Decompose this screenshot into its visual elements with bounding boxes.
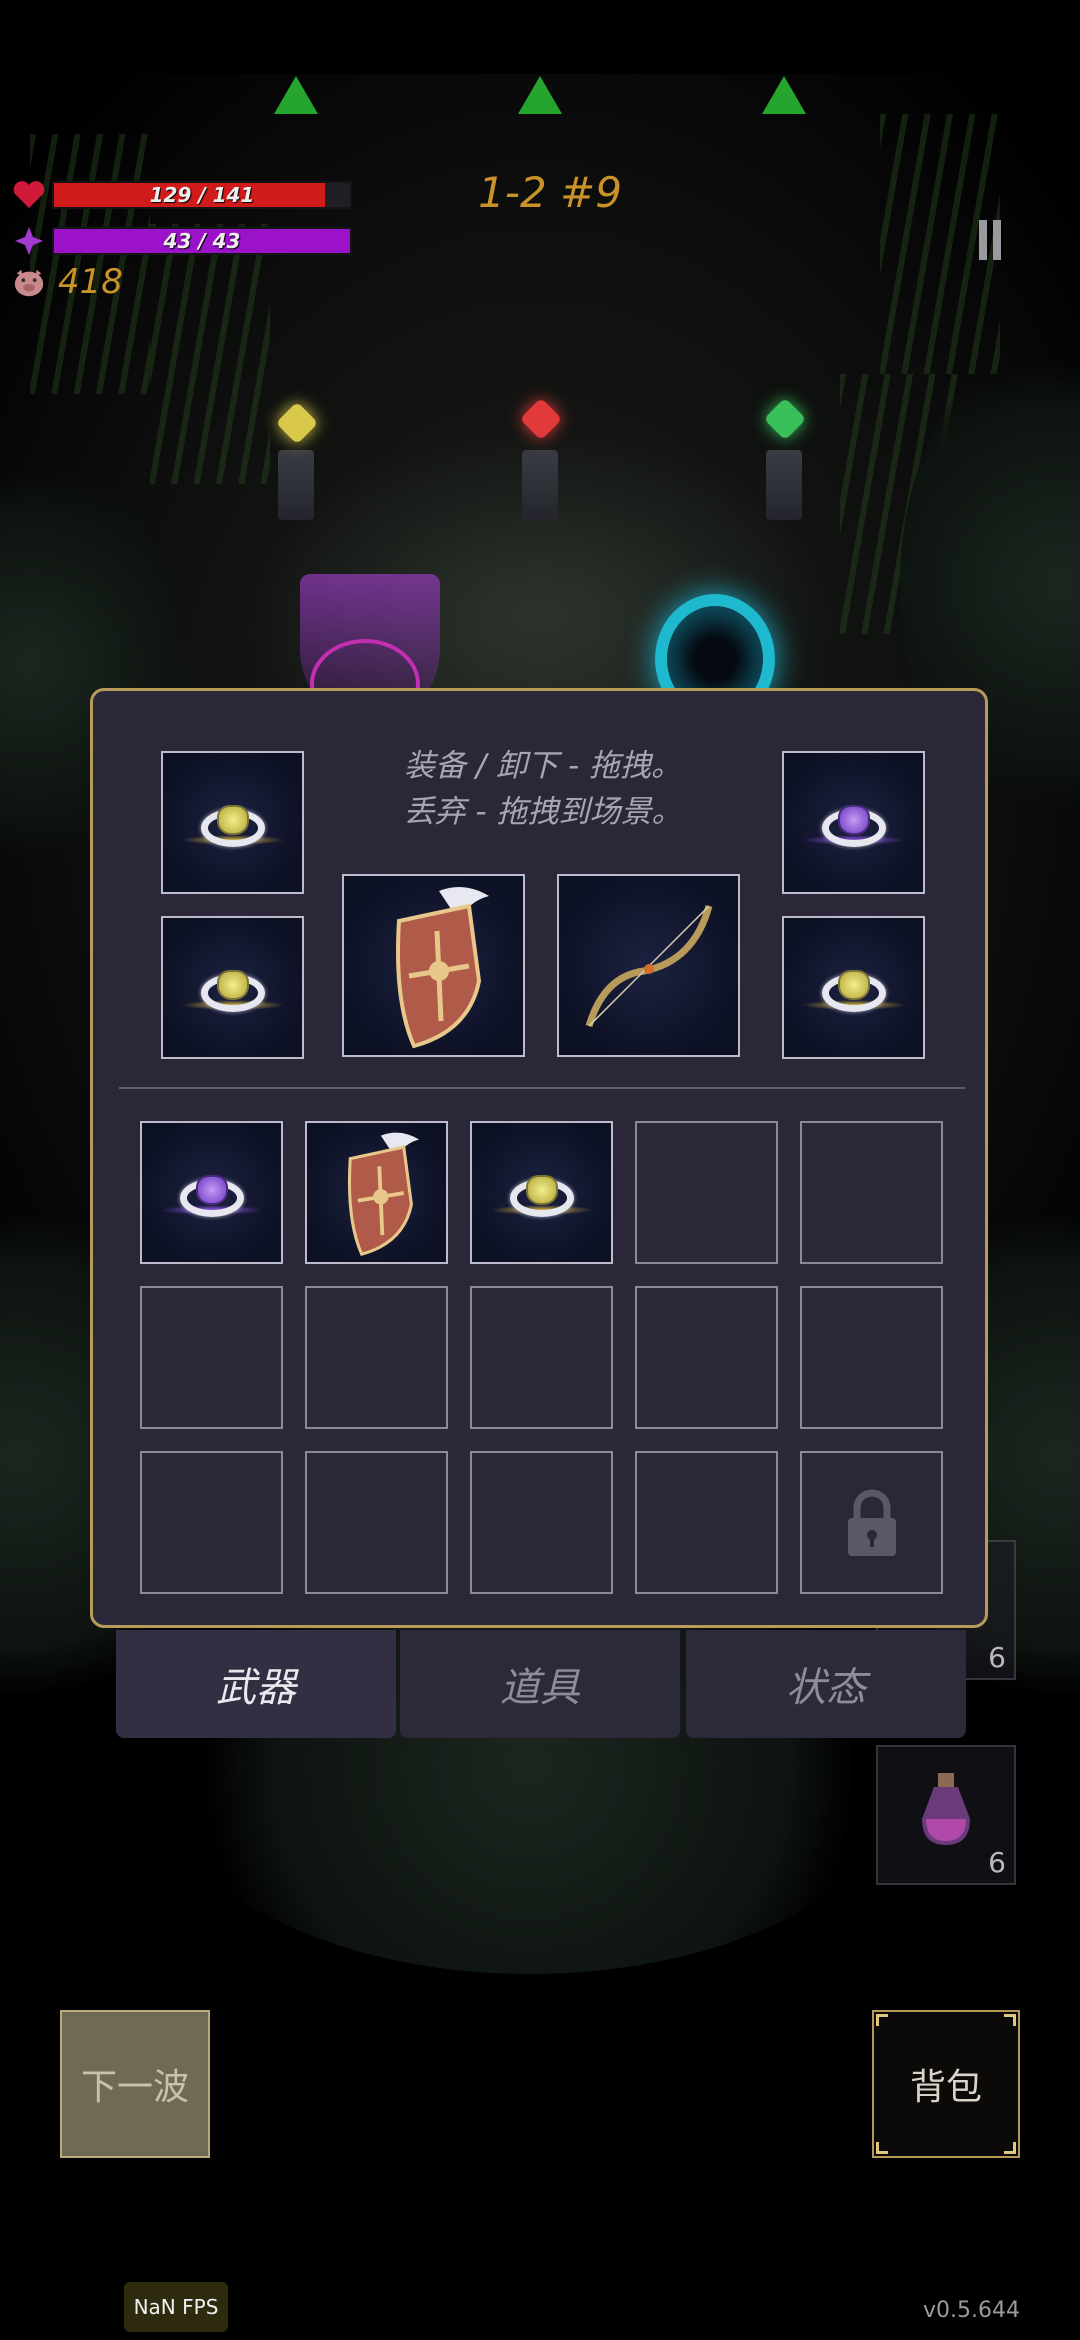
gold-ring-icon	[180, 795, 285, 851]
next-wave-button[interactable]: 下一波	[60, 2010, 210, 2158]
pedestal	[766, 450, 802, 520]
green-gem-icon[interactable]	[763, 397, 807, 441]
bag-slot-9[interactable]	[635, 1286, 778, 1429]
purple-ring-icon	[159, 1165, 264, 1221]
tab-weapons[interactable]: 武器	[116, 1630, 396, 1738]
pedestal	[522, 450, 558, 520]
lock-icon	[847, 1489, 896, 1556]
health-text: 129 / 141	[149, 183, 255, 207]
bow-icon	[585, 904, 712, 1027]
hint-equip: 装备 / 卸下 - 拖拽。	[403, 748, 683, 784]
panel-divider	[119, 1087, 965, 1089]
bag-slot-13[interactable]	[470, 1451, 613, 1594]
mana-row: 43 / 43	[12, 224, 352, 258]
bag-slot-locked[interactable]	[800, 1451, 943, 1594]
fps-counter: NaN FPS	[124, 2282, 228, 2332]
item-count: 6	[988, 1846, 1006, 1879]
next-wave-label: 下一波	[80, 2067, 189, 2108]
bag-slot-7[interactable]	[305, 1286, 448, 1429]
level-indicator: 1-2 #9	[478, 168, 622, 217]
backpack-label: 背包	[909, 2067, 982, 2108]
wave-arrow-icon	[518, 76, 562, 114]
frame-corner	[1004, 2142, 1016, 2154]
bag-slot-6[interactable]	[140, 1286, 283, 1429]
wave-arrow-icon	[762, 76, 806, 114]
backpack-button[interactable]: 背包	[872, 2010, 1020, 2158]
winged-shield-icon	[347, 1132, 419, 1256]
gold-ring-icon	[180, 960, 285, 1016]
yellow-gem-icon[interactable]	[275, 401, 319, 445]
bag-slot-12[interactable]	[305, 1451, 448, 1594]
equip-slot-ring-2[interactable]	[161, 916, 304, 1059]
winged-shield-icon	[395, 886, 489, 1048]
pause-button[interactable]	[973, 220, 1009, 264]
pedestal	[278, 450, 314, 520]
pig-coin-icon	[12, 266, 46, 300]
potion-icon	[922, 1773, 970, 1845]
frame-corner	[876, 2142, 888, 2154]
mana-text: 43 / 43	[163, 229, 241, 253]
bag-slot-2[interactable]	[305, 1121, 448, 1264]
equip-slot-ring-1[interactable]	[161, 751, 304, 894]
heart-icon	[12, 178, 46, 212]
bag-slot-11[interactable]	[140, 1451, 283, 1594]
coins-row	[12, 266, 46, 300]
health-bar: 129 / 141	[52, 181, 352, 209]
gold-ring-icon	[489, 1165, 594, 1221]
coin-count: 418	[58, 262, 123, 302]
mana-bar: 43 / 43	[52, 227, 352, 255]
tab-status[interactable]: 状态	[686, 1630, 966, 1738]
mana-crystal-icon	[12, 224, 46, 258]
bag-slot-1[interactable]	[140, 1121, 283, 1264]
frame-corner	[1004, 2014, 1016, 2026]
inventory-hint: 装备 / 卸下 - 拖拽。 丢弃 - 拖拽到场景。	[383, 743, 703, 835]
bag-slot-4[interactable]	[635, 1121, 778, 1264]
bag-slot-5[interactable]	[800, 1121, 943, 1264]
equip-slot-weapon[interactable]	[557, 874, 740, 1057]
tab-items[interactable]: 道具	[400, 1630, 680, 1738]
quick-item-slot[interactable]: 6	[876, 1745, 1016, 1885]
equip-slot-ring-4[interactable]	[782, 916, 925, 1059]
red-gem-icon[interactable]	[519, 397, 563, 441]
item-count: 6	[988, 1641, 1006, 1674]
purple-ring-icon	[801, 795, 906, 851]
bag-slot-3[interactable]	[470, 1121, 613, 1264]
equip-slot-offhand[interactable]	[342, 874, 525, 1057]
frame-corner	[876, 2014, 888, 2026]
grass-decoration	[150, 224, 270, 484]
bag-slot-8[interactable]	[470, 1286, 613, 1429]
equip-slot-ring-3[interactable]	[782, 751, 925, 894]
gold-ring-icon	[801, 960, 906, 1016]
hint-discard: 丢弃 - 拖拽到场景。	[403, 794, 683, 830]
version-label: v0.5.644	[923, 2298, 1020, 2323]
health-row: 129 / 141	[12, 178, 352, 212]
bag-slot-14[interactable]	[635, 1451, 778, 1594]
bag-slot-10[interactable]	[800, 1286, 943, 1429]
inventory-panel: 装备 / 卸下 - 拖拽。 丢弃 - 拖拽到场景。	[90, 688, 988, 1628]
wave-arrow-icon	[274, 76, 318, 114]
